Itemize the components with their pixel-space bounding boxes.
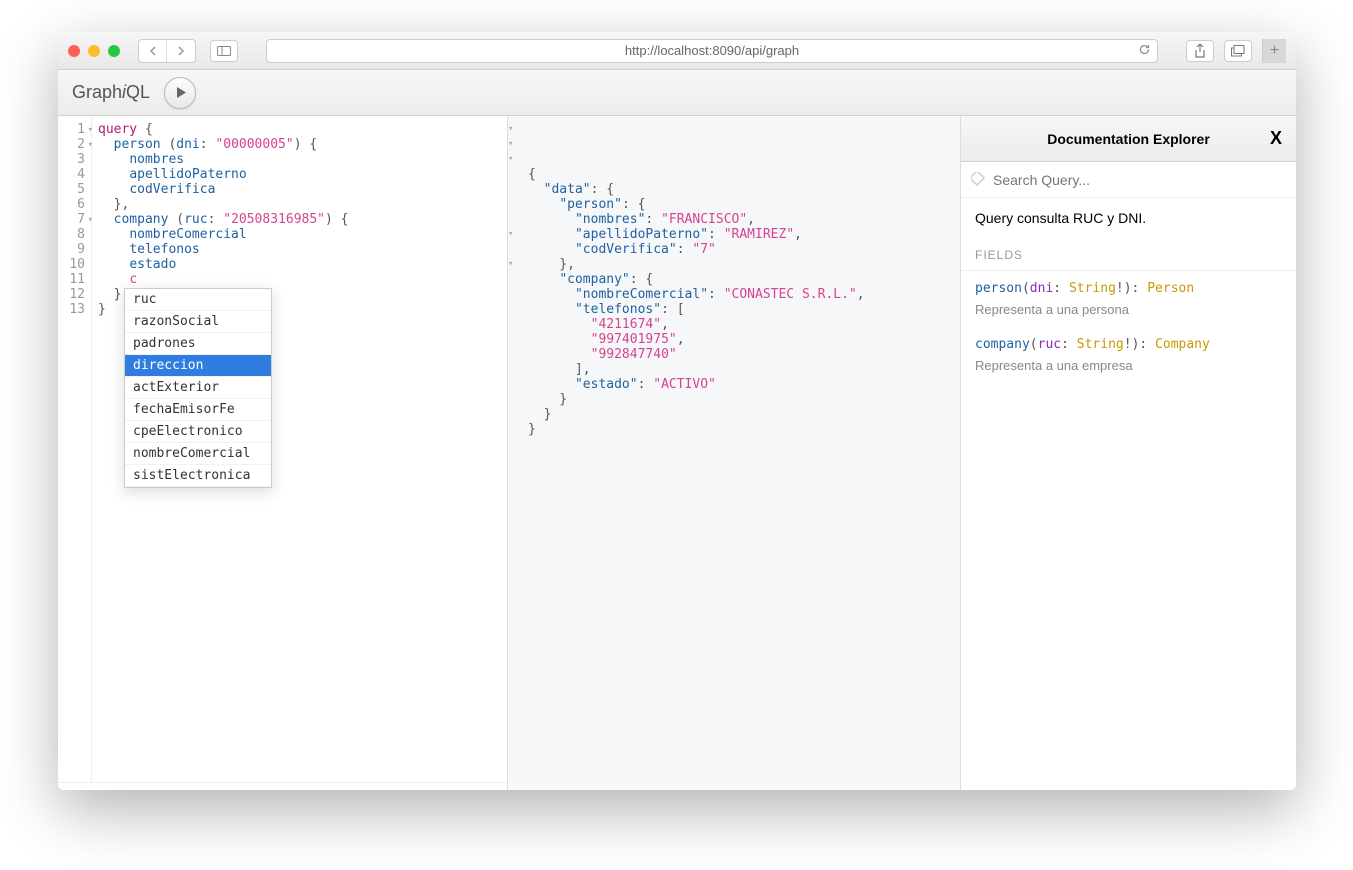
autocomplete-item[interactable]: padrones [125, 333, 271, 355]
tabs-icon [1231, 45, 1245, 57]
docs-title: Documentation Explorer [1047, 131, 1210, 147]
logo-prefix: Graph [72, 82, 122, 102]
doc-field[interactable]: company(ruc: String!): Company [961, 327, 1296, 354]
url-text: http://localhost:8090/api/graph [625, 43, 799, 58]
fold-arrow-icon[interactable]: ▾ [88, 213, 93, 228]
tabs-button[interactable] [1224, 40, 1252, 62]
play-icon [176, 86, 187, 99]
result-pane: ▾▾▾▾▾ { "data": { "person": { "nombres":… [508, 116, 960, 790]
autocomplete-item[interactable]: sistElectronica [125, 465, 271, 487]
sidebar-icon [217, 46, 231, 56]
docs-search-input[interactable] [993, 172, 1286, 188]
graphiql-toolbar: GraphiQL [58, 70, 1296, 116]
doc-field-description: Representa a una persona [961, 298, 1296, 327]
docs-description: Query consulta RUC y DNI. [961, 198, 1296, 238]
browser-chrome: http://localhost:8090/api/graph + [58, 32, 1296, 70]
maximize-window-button[interactable] [108, 45, 120, 57]
back-button[interactable] [139, 40, 167, 62]
editor-gutter: 1▾2▾34567▾8910111213 [58, 116, 92, 790]
logo-suffix: QL [126, 82, 150, 102]
share-icon [1194, 44, 1206, 58]
graphiql-logo: GraphiQL [72, 82, 150, 103]
sidebar-toggle-button[interactable] [210, 40, 238, 62]
doc-field[interactable]: person(dni: String!): Person [961, 271, 1296, 298]
fold-arrow-icon[interactable]: ▾ [88, 123, 93, 138]
url-bar[interactable]: http://localhost:8090/api/graph [266, 39, 1158, 63]
chevron-right-icon [177, 46, 185, 56]
autocomplete-item[interactable]: direccion [125, 355, 271, 377]
autocomplete-item[interactable]: fechaEmisorFe [125, 399, 271, 421]
docs-close-button[interactable]: X [1270, 128, 1282, 149]
doc-field-description: Representa a una empresa [961, 354, 1296, 383]
forward-button[interactable] [167, 40, 195, 62]
docs-search[interactable] [961, 162, 1296, 198]
share-button[interactable] [1186, 40, 1214, 62]
new-tab-button[interactable]: + [1262, 39, 1286, 63]
autocomplete-item[interactable]: ruc [125, 289, 271, 311]
close-window-button[interactable] [68, 45, 80, 57]
query-editor[interactable]: 1▾2▾34567▾8910111213 query { person (dni… [58, 116, 508, 790]
autocomplete-item[interactable]: nombreComercial [125, 443, 271, 465]
autocomplete-popup[interactable]: rucrazonSocialpadronesdireccionactExteri… [124, 288, 272, 488]
variables-drawer-handle[interactable] [58, 782, 507, 790]
docs-fields-label: FIELDS [961, 238, 1296, 271]
browser-window: http://localhost:8090/api/graph + Graphi… [58, 32, 1296, 790]
minimize-window-button[interactable] [88, 45, 100, 57]
right-buttons: + [1186, 39, 1286, 63]
result-code: { "data": { "person": { "nombres": "FRAN… [514, 167, 960, 437]
docs-header: Documentation Explorer X [961, 116, 1296, 162]
autocomplete-item[interactable]: actExterior [125, 377, 271, 399]
autocomplete-item[interactable]: razonSocial [125, 311, 271, 333]
reload-button[interactable] [1138, 43, 1151, 59]
reload-icon [1138, 43, 1151, 56]
autocomplete-item[interactable]: cpeElectronico [125, 421, 271, 443]
traffic-lights [68, 45, 120, 57]
fold-arrow-icon[interactable]: ▾ [88, 138, 93, 153]
result-gutter: ▾▾▾▾▾ [508, 122, 518, 392]
execute-button[interactable] [164, 77, 196, 109]
docs-fields-list: person(dni: String!): PersonRepresenta a… [961, 271, 1296, 383]
search-icon [971, 172, 987, 188]
graphiql-body: 1▾2▾34567▾8910111213 query { person (dni… [58, 116, 1296, 790]
chevron-left-icon [149, 46, 157, 56]
nav-buttons [138, 39, 196, 63]
docs-pane: Documentation Explorer X Query consulta … [960, 116, 1296, 790]
